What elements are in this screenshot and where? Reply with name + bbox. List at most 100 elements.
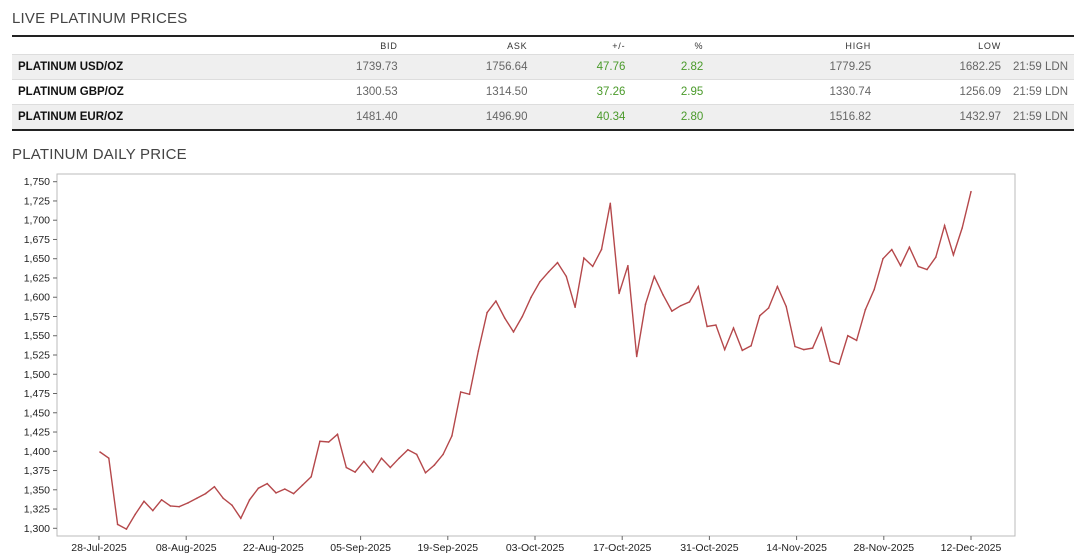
price-point (521, 315, 524, 318)
price-point (565, 275, 568, 278)
column-header-time (1007, 36, 1074, 55)
row-ask: 1496.90 (485, 110, 528, 123)
price-point (222, 497, 224, 500)
y-tick-label: 1,300 (24, 523, 50, 535)
y-tick-label: 1,500 (24, 369, 50, 381)
column-header-bid: BID (380, 40, 398, 51)
y-tick-label: 1,425 (24, 427, 50, 439)
row-time: 21:59 LDN (1013, 110, 1068, 123)
price-point (864, 308, 867, 311)
table-row: PLATINUM USD/OZ 1739.73 1756.64 47.76 2.… (12, 54, 1074, 80)
price-point (917, 265, 919, 268)
price-point (231, 504, 233, 507)
x-tick-label: 28-Jul-2025 (71, 542, 127, 553)
price-point (327, 441, 330, 443)
price-point (583, 257, 585, 259)
price-point (442, 453, 444, 456)
price-point (715, 324, 717, 326)
price-point (627, 264, 629, 267)
y-tick-label: 1,350 (24, 484, 50, 496)
price-point (345, 466, 348, 469)
price-point (116, 523, 119, 526)
x-tick-label: 08-Aug-2025 (156, 542, 217, 553)
price-point (574, 306, 576, 308)
price-point (468, 393, 471, 396)
y-axis: 1,300 1,325 1,350 1,375 1,400 1,425 1,450 1,475… (24, 176, 57, 535)
price-point (266, 482, 269, 485)
price-point (152, 509, 154, 512)
row-percent: 2.95 (680, 86, 704, 98)
price-point (292, 492, 295, 495)
price-point (503, 317, 506, 319)
price-point (891, 248, 893, 251)
price-point (820, 327, 823, 329)
price-point (741, 349, 744, 352)
price-point (829, 360, 831, 362)
price-point (160, 499, 163, 501)
row-high: 1779.25 (829, 61, 872, 73)
price-point (275, 492, 277, 494)
y-tick-label: 1,750 (24, 176, 50, 188)
price-point (99, 451, 101, 453)
price-point (855, 339, 858, 342)
price-point (539, 281, 541, 283)
row-name: PLATINUM USD/OZ (18, 61, 124, 73)
row-percent: 2.80 (680, 110, 704, 123)
table-row: PLATINUM EUR/OZ 1481.40 1496.90 40.34 2.… (12, 104, 1074, 130)
price-point (108, 457, 110, 460)
y-tick-label: 1,525 (24, 350, 50, 362)
y-tick-label: 1,450 (24, 407, 50, 419)
x-tick-label: 17-Oct-2025 (593, 542, 652, 553)
price-point (767, 307, 770, 309)
price-point (662, 294, 664, 296)
price-point (398, 457, 400, 460)
price-point (970, 190, 972, 193)
price-point (908, 246, 911, 248)
price-point (635, 355, 638, 358)
price-point (706, 325, 708, 328)
row-high: 1330.74 (829, 86, 872, 98)
row-bid: 1739.73 (356, 61, 398, 73)
y-tick-label: 1,575 (24, 311, 50, 323)
table-header-row: BID ASK +/- % HIGH LOW (12, 36, 1074, 55)
x-tick-label: 12-Dec-2025 (941, 542, 1002, 553)
price-point (732, 327, 735, 329)
price-point (750, 345, 752, 347)
price-point (178, 505, 180, 508)
price-point (547, 271, 550, 273)
y-tick-label: 1,375 (24, 465, 50, 477)
price-point (943, 224, 946, 227)
price-point (363, 460, 365, 463)
column-header-high: HIGH (845, 40, 872, 51)
price-point (688, 301, 691, 303)
price-point (336, 433, 339, 436)
price-point (847, 334, 849, 337)
row-ask: 1756.64 (485, 61, 528, 73)
row-name: PLATINUM GBP/OZ (18, 86, 124, 98)
y-tick-label: 1,625 (24, 272, 50, 284)
column-header-low: LOW (978, 40, 1002, 51)
y-tick-label: 1,700 (24, 215, 50, 227)
price-point (125, 528, 128, 530)
price-point (776, 285, 779, 288)
price-point (424, 472, 427, 474)
price-point (477, 350, 480, 352)
price-point (389, 466, 392, 469)
row-bid: 1300.53 (356, 86, 398, 98)
row-change: 37.26 (596, 86, 626, 98)
price-point (530, 296, 532, 298)
price-point (873, 288, 875, 291)
y-tick-label: 1,650 (24, 253, 50, 265)
price-point (169, 505, 172, 507)
x-axis: 28-Jul-2025 08-Aug-2025 22-Aug-2025 05-Sep-… (71, 536, 1002, 553)
column-header-change: +/- (612, 40, 626, 51)
price-point (618, 292, 620, 295)
y-tick-label: 1,725 (24, 195, 50, 207)
price-point (415, 453, 418, 456)
y-tick-label: 1,325 (24, 504, 50, 516)
price-point (187, 502, 189, 504)
price-point (600, 248, 603, 251)
row-name: PLATINUM EUR/OZ (18, 110, 124, 123)
column-header-ask: ASK (507, 40, 528, 51)
row-bid: 1481.40 (356, 110, 398, 123)
